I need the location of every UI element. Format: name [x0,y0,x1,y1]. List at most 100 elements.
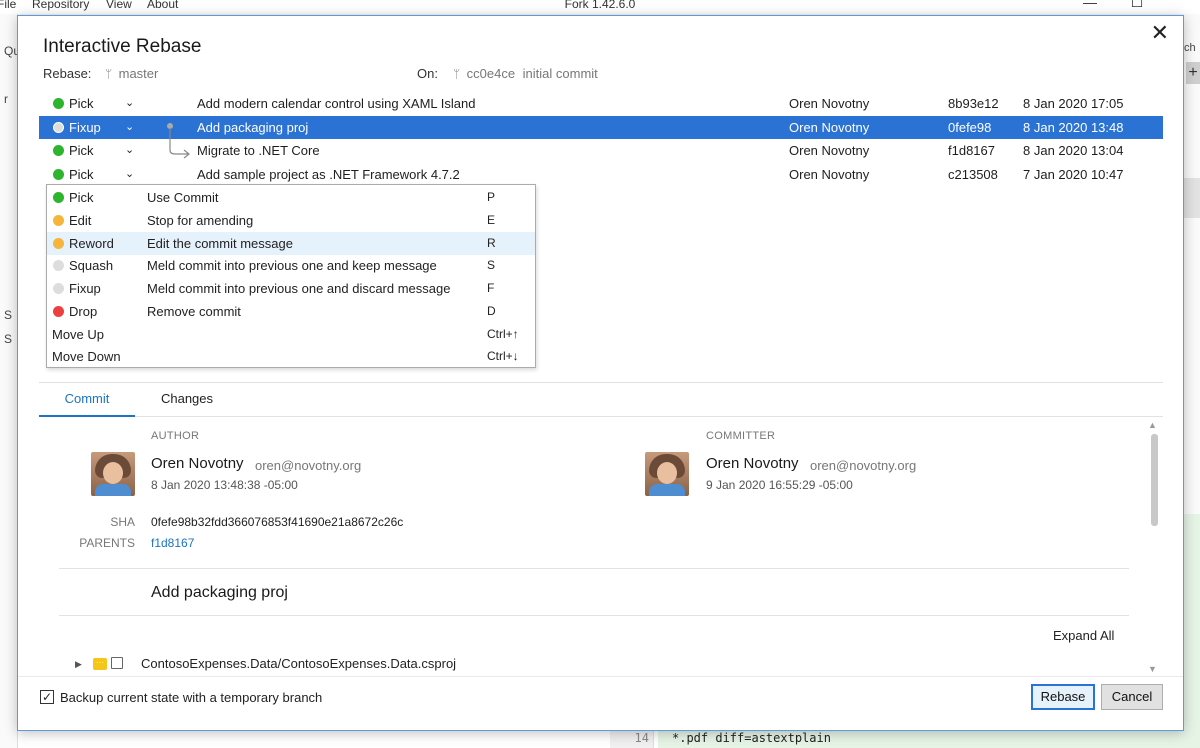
menu-item-reword[interactable]: Reword Edit the commit message R [47,231,535,255]
background-diff-added [1184,514,1200,748]
commit-row[interactable]: Pick ⌄ Migrate to .NET Core Oren Novotny f1d… [39,139,1163,162]
menu-item-edit[interactable]: Edit Stop for amending E [47,209,535,232]
scroll-down-icon[interactable]: ▼ [1148,664,1157,674]
chevron-down-icon[interactable]: ⌄ [125,163,134,186]
chevron-down-icon[interactable]: ⌄ [125,116,134,139]
add-icon[interactable]: + [1186,62,1200,84]
menu-item-pick[interactable]: Pick Use Commit P [47,186,535,209]
branch-icon: ᛘ [105,67,113,81]
menu-item-shortcut: R [487,235,496,250]
sidebar-partial: r [4,92,8,106]
background-selection [1184,178,1200,218]
menu-item-move-down[interactable]: Move Down Ctrl+↓ [47,345,535,368]
backup-checkbox-label[interactable]: Backup current state with a temporary br… [60,690,322,705]
menu-item-label: Pick [69,190,94,205]
action-status-icon [53,121,64,133]
expand-all-button[interactable]: Expand All [1053,628,1114,643]
commit-sha: 8b93e12 [948,96,999,111]
commit-message: Add sample project as .NET Framework 4.7… [197,166,460,182]
background-sidebar: Qu r S S [0,14,20,748]
action-selector[interactable]: Pick [69,163,94,186]
menu-item-squash[interactable]: Squash Meld commit into previous one and … [47,254,535,277]
menu-item-description: Stop for amending [147,212,254,228]
commit-date: 8 Jan 2020 13:04 [1023,143,1124,158]
scroll-thumb[interactable] [1151,434,1158,526]
chevron-down-icon[interactable]: ⌄ [125,139,134,162]
commit-icon: ᛘ [453,67,461,81]
backup-checkbox[interactable]: ✓ [40,690,54,704]
rebase-label: Rebase: [43,66,92,81]
menu-item-move-up[interactable]: Move Up Ctrl+↑ [47,323,535,346]
chevron-down-icon[interactable]: ⌄ [125,92,134,115]
sidebar-partial: S [4,332,13,346]
divider [59,568,1129,569]
background-diff-view: 14 *.pdf diff=astextplain [18,730,1188,748]
menu-item-shortcut: F [487,281,495,295]
menu-item-drop[interactable]: Drop Remove commit D [47,300,535,323]
action-selector[interactable]: Fixup [69,116,101,139]
file-icon [111,657,123,669]
committer-email: oren@novotny.org [810,458,917,473]
action-status-icon [53,145,64,156]
cancel-button[interactable]: Cancel [1101,684,1163,710]
commit-details: AUTHOR Oren Novotny oren@novotny.org 8 J… [39,418,1163,676]
author-label: AUTHOR [151,430,200,442]
commit-author: Oren Novotny [789,166,870,182]
action-status-icon [53,192,64,203]
commit-row[interactable]: Fixup ⌄ Add packaging proj Oren Novotny 0fef… [39,115,1163,139]
commit-date: 7 Jan 2020 10:47 [1023,166,1124,182]
author-avatar [91,452,135,496]
divider [18,676,1183,677]
commit-date: 8 Jan 2020 17:05 [1023,96,1124,111]
action-status-icon [53,305,64,317]
interactive-rebase-dialog: ✕ Interactive Rebase Rebase: ᛘ master On… [17,15,1184,731]
parents-label: PARENTS [79,536,135,550]
menu-item-label: Move Down [52,349,121,365]
menu-item-label: Fixup [69,281,101,296]
menu-item-description: Use Commit [147,190,219,205]
background-right-panel: ch + [1184,14,1200,748]
menu-item-label: Drop [69,303,98,319]
menu-item-description: Edit the commit message [147,235,293,251]
commit-sha: 0fefe98b32fdd366076853f41690e21a8672c26c [151,515,404,529]
divider [39,382,1163,383]
change-badge-icon: ··· [93,658,107,670]
maximize-icon[interactable]: ☐ [1114,0,1160,12]
app-title: Fork 1.42.6.0 [564,0,636,11]
menu-item-fixup[interactable]: Fixup Meld commit into previous one and d… [47,277,535,300]
action-status-icon [53,237,64,249]
author-name: Oren Novotny [151,455,244,472]
rebase-branch: master [118,66,159,81]
close-icon[interactable]: ✕ [1151,20,1169,46]
commit-sha: 0fefe98 [948,119,992,135]
menu-item-description: Meld commit into previous one and discar… [147,281,451,296]
commit-message: Add packaging proj [197,119,309,135]
scroll-up-icon[interactable]: ▲ [1148,420,1157,430]
details-scrollbar[interactable]: ▲ ▼ [1148,420,1160,676]
divider [59,615,1129,616]
commit-subject: Add packaging proj [151,584,288,601]
parent-sha-link[interactable]: f1d8167 [151,536,194,550]
on-message: initial commit [522,66,598,81]
file-path: ContosoExpenses.Data/ContosoExpenses.Dat… [141,656,457,671]
minimize-icon[interactable]: — [1067,0,1113,12]
commit-row[interactable]: Pick ⌄ Add modern calendar control using X… [39,92,1163,115]
tab-commit[interactable]: Commit [39,384,135,417]
action-selector[interactable]: Pick [69,92,94,115]
menu-item-shortcut: S [487,258,496,273]
commit-date: 8 Jan 2020 13:48 [1023,119,1124,135]
action-selector[interactable]: Pick [69,139,94,162]
menu-item-description: Meld commit into previous one and keep m… [147,258,437,274]
rebase-button[interactable]: Rebase [1031,684,1095,710]
commit-author: Oren Novotny [789,119,870,135]
committer-date: 9 Jan 2020 16:55:29 -05:00 [706,478,853,492]
menu-item-shortcut: Ctrl+↓ [487,349,519,364]
expand-arrow-icon[interactable]: ▶ [75,654,82,674]
commit-row[interactable]: Pick ⌄ Add sample project as .NET Framewor… [39,163,1163,186]
commit-sha: f1d8167 [948,143,995,158]
tab-changes[interactable]: Changes [149,384,225,417]
action-status-icon [53,214,64,226]
committer-avatar [645,452,689,496]
author-date: 8 Jan 2020 13:48:38 -05:00 [151,478,298,492]
author-email: oren@novotny.org [255,458,362,473]
